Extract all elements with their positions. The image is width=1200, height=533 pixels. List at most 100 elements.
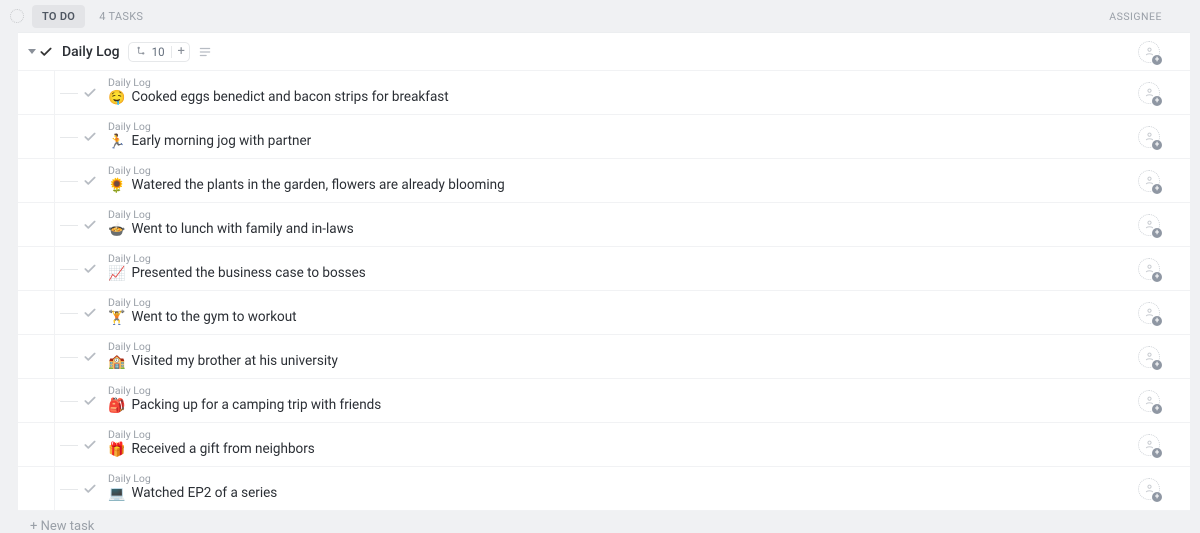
- task-text-column: Daily Log 🌻 Watered the plants in the ga…: [108, 166, 1120, 196]
- task-complete-check-icon[interactable]: [82, 217, 98, 233]
- task-title[interactable]: 💻 Watched EP2 of a series: [108, 485, 1120, 503]
- assignee-add-button[interactable]: +: [1138, 434, 1160, 456]
- assignee-add-button[interactable]: +: [1138, 390, 1160, 412]
- task-breadcrumb[interactable]: Daily Log: [108, 298, 1120, 309]
- branch-line: [60, 203, 82, 246]
- task-title[interactable]: 🏋️ Went to the gym to workout: [108, 309, 1120, 327]
- branch-line: [60, 423, 82, 466]
- task-emoji-icon: 📈: [108, 265, 125, 283]
- branch-line: [60, 159, 82, 202]
- task-emoji-icon: 💻: [108, 485, 125, 503]
- group-complete-check-icon[interactable]: [38, 44, 54, 60]
- collapse-toggle-icon[interactable]: [28, 49, 36, 54]
- task-row[interactable]: Daily Log 🏋️ Went to the gym to workout …: [18, 291, 1190, 335]
- task-title[interactable]: 🌻 Watered the plants in the garden, flow…: [108, 177, 1120, 195]
- task-complete-check-icon[interactable]: [82, 173, 98, 189]
- task-row[interactable]: Daily Log 🤤 Cooked eggs benedict and bac…: [18, 71, 1190, 115]
- task-title-text: Visited my brother at his university: [131, 353, 337, 371]
- task-title-text: Presented the business case to bosses: [131, 265, 365, 283]
- task-row[interactable]: Daily Log 🏫 Visited my brother at his un…: [18, 335, 1190, 379]
- group-header-row[interactable]: Daily Log 10 + +: [18, 33, 1190, 71]
- task-emoji-icon: 🏋️: [108, 309, 125, 327]
- indent-guide: [18, 467, 60, 510]
- plus-badge-icon: +: [1152, 96, 1162, 106]
- task-complete-check-icon[interactable]: [82, 437, 98, 453]
- task-title-text: Watched EP2 of a series: [131, 485, 277, 503]
- branch-line: [60, 335, 82, 378]
- branch-line: [60, 467, 82, 510]
- task-row[interactable]: Daily Log 🎒 Packing up for a camping tri…: [18, 379, 1190, 423]
- task-row[interactable]: Daily Log 🏃 Early morning jog with partn…: [18, 115, 1190, 159]
- subtask-count-chip[interactable]: 10 +: [128, 42, 190, 62]
- task-complete-check-icon[interactable]: [82, 481, 98, 497]
- task-title[interactable]: 🤤 Cooked eggs benedict and bacon strips …: [108, 89, 1120, 107]
- assignee-add-button[interactable]: +: [1138, 41, 1160, 63]
- task-breadcrumb[interactable]: Daily Log: [108, 210, 1120, 221]
- task-title-text: Went to lunch with family and in-laws: [131, 221, 353, 239]
- task-row[interactable]: Daily Log 🎁 Received a gift from neighbo…: [18, 423, 1190, 467]
- task-title[interactable]: 🏫 Visited my brother at his university: [108, 353, 1120, 371]
- task-row[interactable]: Daily Log 📈 Presented the business case …: [18, 247, 1190, 291]
- task-title-text: Watered the plants in the garden, flower…: [131, 177, 504, 195]
- task-title-text: Went to the gym to workout: [131, 309, 296, 327]
- task-emoji-icon: 🏃: [108, 133, 125, 151]
- assignee-add-button[interactable]: +: [1138, 258, 1160, 280]
- task-title[interactable]: 🍲 Went to lunch with family and in-laws: [108, 221, 1120, 239]
- assignee-add-button[interactable]: +: [1138, 346, 1160, 368]
- description-icon[interactable]: [198, 45, 212, 59]
- task-row[interactable]: Daily Log 🌻 Watered the plants in the ga…: [18, 159, 1190, 203]
- indent-guide: [18, 379, 60, 422]
- task-complete-check-icon[interactable]: [82, 349, 98, 365]
- task-breadcrumb[interactable]: Daily Log: [108, 122, 1120, 133]
- task-title[interactable]: 🎒 Packing up for a camping trip with fri…: [108, 397, 1120, 415]
- task-sheet: Daily Log 10 + + Daily Log: [18, 32, 1190, 511]
- task-text-column: Daily Log 🏫 Visited my brother at his un…: [108, 342, 1120, 372]
- task-emoji-icon: 🏫: [108, 353, 125, 371]
- plus-badge-icon: +: [1152, 55, 1162, 65]
- task-text-column: Daily Log 🎁 Received a gift from neighbo…: [108, 430, 1120, 460]
- group-title[interactable]: Daily Log: [62, 44, 120, 60]
- assignee-add-button[interactable]: +: [1138, 126, 1160, 148]
- task-emoji-icon: 🤤: [108, 89, 125, 107]
- task-breadcrumb[interactable]: Daily Log: [108, 166, 1120, 177]
- task-complete-check-icon[interactable]: [82, 393, 98, 409]
- add-subtask-plus-icon[interactable]: +: [178, 45, 185, 58]
- task-title[interactable]: 🎁 Received a gift from neighbors: [108, 441, 1120, 459]
- task-row[interactable]: Daily Log 💻 Watched EP2 of a series +: [18, 467, 1190, 511]
- task-title[interactable]: 📈 Presented the business case to bosses: [108, 265, 1120, 283]
- assignee-add-button[interactable]: +: [1138, 478, 1160, 500]
- task-complete-check-icon[interactable]: [82, 261, 98, 277]
- plus-badge-icon: +: [1152, 272, 1162, 282]
- task-row[interactable]: Daily Log 🍲 Went to lunch with family an…: [18, 203, 1190, 247]
- task-emoji-icon: 🌻: [108, 177, 125, 195]
- task-complete-check-icon[interactable]: [82, 129, 98, 145]
- status-circle-icon: [10, 9, 24, 23]
- task-text-column: Daily Log 💻 Watched EP2 of a series: [108, 474, 1120, 504]
- branch-line: [60, 291, 82, 334]
- task-breadcrumb[interactable]: Daily Log: [108, 474, 1120, 485]
- assignee-add-button[interactable]: +: [1138, 82, 1160, 104]
- plus-badge-icon: +: [1152, 140, 1162, 150]
- task-title[interactable]: 🏃 Early morning jog with partner: [108, 133, 1120, 151]
- task-text-column: Daily Log 📈 Presented the business case …: [108, 254, 1120, 284]
- task-text-column: Daily Log 🎒 Packing up for a camping tri…: [108, 386, 1120, 416]
- task-list: Daily Log 🤤 Cooked eggs benedict and bac…: [18, 71, 1190, 511]
- column-header-assignee[interactable]: ASSIGNEE: [1109, 10, 1190, 23]
- task-complete-check-icon[interactable]: [82, 85, 98, 101]
- indent-guide: [18, 247, 60, 290]
- task-breadcrumb[interactable]: Daily Log: [108, 254, 1120, 265]
- task-emoji-icon: 🍲: [108, 221, 125, 239]
- branch-line: [60, 379, 82, 422]
- assignee-add-button[interactable]: +: [1138, 302, 1160, 324]
- task-breadcrumb[interactable]: Daily Log: [108, 430, 1120, 441]
- status-label[interactable]: TO DO: [32, 5, 85, 28]
- task-complete-check-icon[interactable]: [82, 305, 98, 321]
- new-task-button[interactable]: + New task: [0, 511, 1200, 533]
- task-breadcrumb[interactable]: Daily Log: [108, 78, 1120, 89]
- task-text-column: Daily Log 🏋️ Went to the gym to workout: [108, 298, 1120, 328]
- task-breadcrumb[interactable]: Daily Log: [108, 342, 1120, 353]
- indent-guide: [18, 291, 60, 334]
- task-breadcrumb[interactable]: Daily Log: [108, 386, 1120, 397]
- assignee-add-button[interactable]: +: [1138, 170, 1160, 192]
- assignee-add-button[interactable]: +: [1138, 214, 1160, 236]
